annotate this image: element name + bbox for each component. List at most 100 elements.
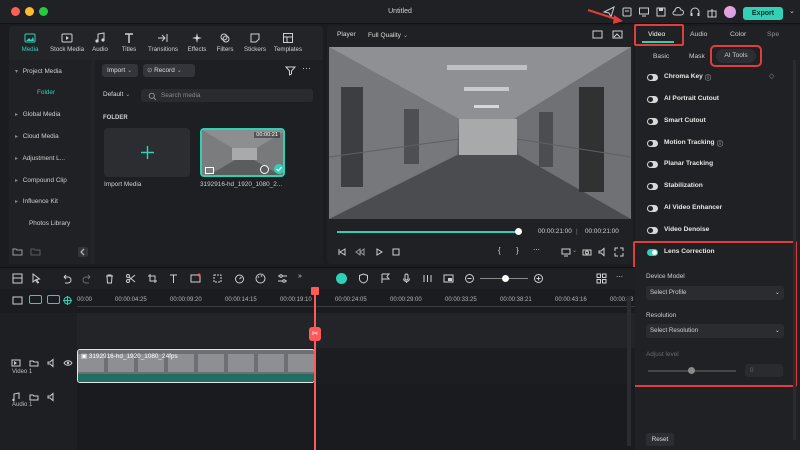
headset-icon[interactable] [689, 6, 701, 18]
sidebar-item-compound-clip[interactable]: ▸ Compound Clip [9, 172, 91, 190]
record-dropdown[interactable]: ⊙ Record ⌄ [143, 64, 195, 77]
zoom-in-icon[interactable] [533, 273, 544, 284]
chevron-down-icon[interactable]: ⌄ [789, 7, 795, 15]
new-folder-icon[interactable] [12, 246, 23, 257]
picture-in-picture-icon[interactable] [443, 273, 454, 284]
minimize-window-button[interactable] [25, 7, 34, 16]
subtab-ai-tools[interactable]: AI Tools [716, 49, 756, 63]
tab-media[interactable]: Media [14, 31, 46, 57]
shield-icon[interactable] [358, 273, 369, 284]
sidebar-item-global-media[interactable]: ▸ Global Media [9, 106, 91, 124]
audio-mixer-icon[interactable] [422, 273, 433, 284]
info-icon[interactable]: ⓘ [705, 73, 711, 82]
tab-audio[interactable]: Audio [86, 31, 114, 57]
ai-video-enhancer-toggle[interactable] [647, 205, 658, 212]
render-icon[interactable] [336, 273, 347, 284]
mark-out-icon[interactable]: } [516, 246, 519, 255]
eye-icon[interactable] [63, 358, 73, 368]
timeline-video-clip[interactable]: ▣ 3192916-hd_1920_1080_24fps [77, 349, 315, 383]
more-options-icon[interactable]: ⋯ [616, 273, 627, 284]
split-icon[interactable] [125, 273, 136, 284]
resolution-dropdown[interactable]: Select Resolution ⌄ [646, 324, 784, 338]
chevron-down-icon[interactable]: ⌄ [572, 247, 577, 254]
rewind-icon[interactable] [355, 247, 365, 257]
more-options-icon[interactable]: ⋯ [533, 246, 540, 254]
crop-icon[interactable] [147, 273, 158, 284]
ai-portrait-cutout-toggle[interactable] [647, 96, 658, 103]
folder-icon[interactable] [29, 358, 39, 368]
snap-toggle[interactable] [29, 295, 42, 304]
collapse-sidebar-button[interactable] [78, 247, 88, 257]
adjust-icon[interactable] [277, 273, 288, 284]
progress-handle[interactable] [515, 228, 522, 235]
audio-track-lane[interactable] [77, 384, 635, 420]
video-preview[interactable] [329, 47, 631, 219]
tab-templates[interactable]: Templates [271, 31, 305, 57]
tab-speed[interactable]: Spe [767, 31, 779, 38]
color-palette-icon[interactable] [255, 273, 266, 284]
quality-dropdown[interactable]: Full Quality ⌄ [368, 31, 408, 39]
stop-icon[interactable] [391, 247, 401, 257]
sidebar-item-adjustment-layer[interactable]: ▸ Adjustment L... [9, 150, 91, 168]
video-denoise-toggle[interactable] [647, 227, 658, 234]
sidebar-item-photos-library[interactable]: Photos Library [9, 215, 91, 233]
fullscreen-icon[interactable] [614, 247, 624, 257]
link-toggle[interactable] [47, 295, 60, 304]
maximize-window-button[interactable] [39, 7, 48, 16]
filter-icon[interactable] [285, 65, 296, 76]
folder-icon[interactable] [29, 392, 39, 402]
image-compare-icon[interactable] [612, 29, 623, 40]
select-tool-icon[interactable] [31, 273, 42, 284]
previous-frame-icon[interactable] [337, 247, 347, 257]
gift-icon[interactable] [706, 6, 718, 18]
folder-icon[interactable] [30, 246, 41, 257]
undo-icon[interactable] [61, 273, 72, 284]
tab-effects[interactable]: Effects [183, 31, 211, 57]
search-input[interactable]: Search media [141, 89, 313, 102]
subtab-basic[interactable]: Basic [653, 53, 669, 60]
playhead[interactable] [314, 291, 316, 450]
speaker-icon[interactable] [47, 358, 57, 368]
tab-audio[interactable]: Audio [690, 31, 707, 38]
lens-correction-toggle[interactable] [647, 249, 658, 256]
mark-in-icon[interactable]: { [498, 246, 501, 255]
avatar[interactable] [724, 6, 736, 18]
zoom-out-icon[interactable] [464, 273, 475, 284]
tab-stock-media[interactable]: Stock Media [48, 31, 86, 57]
sidebar-item-folder[interactable]: Folder [9, 84, 91, 102]
cloud-upload-icon[interactable] [672, 6, 684, 18]
delete-icon[interactable] [104, 273, 115, 284]
magnet-icon[interactable] [62, 295, 73, 306]
camera-icon[interactable] [582, 247, 592, 257]
monitor-icon[interactable] [638, 6, 650, 18]
marker-icon[interactable] [380, 273, 391, 284]
tab-transitions[interactable]: Transitions [143, 31, 183, 57]
media-clip-thumbnail[interactable]: 00:00:21 [200, 128, 285, 177]
info-icon[interactable]: ⓘ [717, 139, 723, 148]
display-icon[interactable] [561, 247, 571, 257]
layout-icon[interactable] [12, 273, 23, 284]
speaker-icon[interactable] [47, 392, 57, 402]
adjust-level-input[interactable]: 0 [745, 364, 783, 377]
playhead-handle[interactable] [311, 287, 319, 295]
play-icon[interactable] [374, 247, 384, 257]
tab-filters[interactable]: Filters [211, 31, 239, 57]
timeline-scrollbar[interactable] [627, 296, 631, 446]
stabilization-toggle[interactable] [647, 183, 658, 190]
tab-stickers[interactable]: Stickers [240, 31, 270, 57]
zoom-slider-handle[interactable] [502, 275, 509, 282]
import-media-tile[interactable] [104, 128, 190, 177]
planar-tracking-toggle[interactable] [647, 161, 658, 168]
add-track-icon[interactable] [12, 295, 23, 306]
sidebar-item-influence-kit[interactable]: ▸ Influence Kit [9, 193, 91, 211]
subtab-mask[interactable]: Mask [689, 53, 705, 60]
playback-progress[interactable] [337, 231, 519, 233]
properties-scrollbar[interactable] [793, 60, 796, 440]
keyframe-diamond-icon[interactable]: ◇ [769, 72, 774, 80]
motion-tracking-toggle[interactable] [647, 140, 658, 147]
record-screen-icon[interactable] [190, 273, 201, 284]
reset-button[interactable]: Reset [646, 433, 674, 446]
grid-view-icon[interactable] [596, 273, 607, 284]
volume-icon[interactable] [598, 247, 608, 257]
chroma-key-toggle[interactable] [647, 74, 658, 81]
